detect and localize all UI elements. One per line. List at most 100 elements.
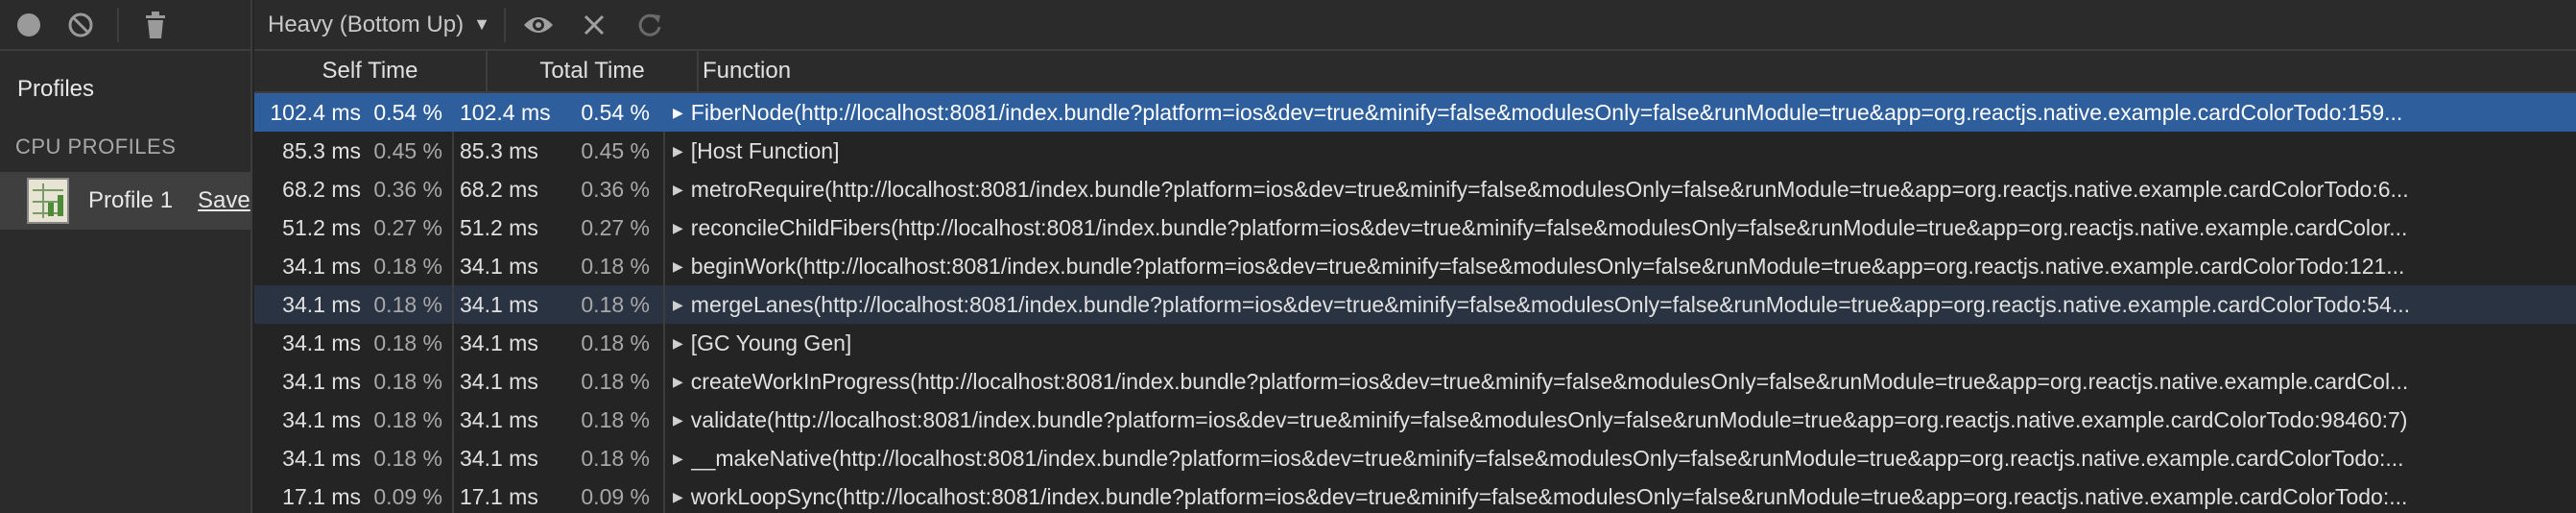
function-cell: ▶ [GC Young Gen]: [665, 324, 2576, 362]
clear-icon[interactable]: [65, 10, 96, 40]
expand-triangle-icon[interactable]: ▶: [673, 105, 683, 121]
table-row[interactable]: 34.1 ms 0.18 % 34.1 ms 0.18 % ▶ validate(http…: [254, 401, 2576, 439]
total-time-percent: 0.45 %: [556, 132, 665, 170]
function-cell: ▶ reconcileChildFibers(http://localhost:8…: [665, 208, 2576, 247]
total-time-percent: 0.36 %: [556, 170, 665, 208]
profile-view: Heavy (Bottom Up) ▼ Self Time Total Time…: [254, 0, 2576, 513]
self-time-ms: 34.1 ms: [282, 368, 361, 394]
profiles-heading[interactable]: Profiles: [0, 51, 250, 128]
function-cell: ▶ mergeLanes(http://localhost:8081/index.…: [665, 285, 2576, 324]
self-time-percent: 0.18 %: [372, 324, 454, 362]
function-cell: ▶ __makeNative(http://localhost:8081/inde…: [665, 439, 2576, 477]
eye-icon[interactable]: [519, 6, 558, 44]
total-time-header[interactable]: Total Time: [488, 51, 699, 91]
self-time-ms: 34.1 ms: [282, 330, 361, 355]
expand-triangle-icon[interactable]: ▶: [673, 182, 683, 198]
function-name: [Host Function]: [690, 137, 840, 163]
table-row[interactable]: 85.3 ms 0.45 % 85.3 ms 0.45 % ▶ [Host Functio…: [254, 132, 2576, 170]
profile-item[interactable]: Profile 1 Save: [0, 172, 250, 230]
self-time-percent: 0.18 %: [372, 401, 454, 439]
function-header[interactable]: Function: [699, 51, 2576, 91]
self-time-percent: 0.54 %: [372, 93, 454, 132]
total-time-percent: 0.18 %: [556, 401, 665, 439]
expand-triangle-icon[interactable]: ▶: [673, 335, 683, 352]
expand-triangle-icon[interactable]: ▶: [673, 374, 683, 390]
self-time-ms: 34.1 ms: [282, 291, 361, 317]
trash-icon[interactable]: [140, 10, 171, 40]
total-time-ms: 34.1 ms: [460, 406, 538, 432]
table-row[interactable]: 102.4 ms 0.54 % 102.4 ms 0.54 % ▶ FiberNode(h…: [254, 93, 2576, 132]
toolbar-divider: [117, 7, 119, 42]
self-time-ms: 51.2 ms: [282, 214, 361, 240]
self-time-percent: 0.18 %: [372, 285, 454, 324]
function-cell: ▶ metroRequire(http://localhost:8081/inde…: [665, 170, 2576, 208]
function-name: workLoopSync(http://localhost:8081/index…: [690, 483, 2408, 509]
self-time-ms: 34.1 ms: [282, 253, 361, 279]
total-time-percent: 0.54 %: [556, 93, 665, 132]
total-time-ms: 34.1 ms: [460, 291, 538, 317]
record-icon[interactable]: [13, 10, 44, 40]
toolbar-divider: [503, 7, 506, 42]
function-cell: ▶ validate(http://localhost:8081/index.bu…: [665, 401, 2576, 439]
reload-icon[interactable]: [631, 6, 669, 44]
function-name: metroRequire(http://localhost:8081/index…: [690, 176, 2409, 202]
self-time-ms: 34.1 ms: [282, 406, 361, 432]
total-time-ms: 51.2 ms: [460, 214, 538, 240]
expand-triangle-icon[interactable]: ▶: [673, 489, 683, 505]
expand-triangle-icon[interactable]: ▶: [673, 412, 683, 428]
view-mode-value: Heavy (Bottom Up): [268, 11, 465, 37]
expand-triangle-icon[interactable]: ▶: [673, 220, 683, 236]
view-mode-select[interactable]: Heavy (Bottom Up) ▼: [268, 12, 490, 38]
table-body: 102.4 ms 0.54 % 102.4 ms 0.54 % ▶ FiberNode(h…: [254, 93, 2576, 513]
self-time-percent: 0.45 %: [372, 132, 454, 170]
table-row[interactable]: 17.1 ms 0.09 % 17.1 ms 0.09 % ▶ workLoopSync(…: [254, 477, 2576, 513]
self-time-ms: 102.4 ms: [270, 99, 361, 125]
function-cell: ▶ [Host Function]: [665, 132, 2576, 170]
table-header: Self Time Total Time Function: [254, 51, 2576, 93]
total-time-percent: 0.27 %: [556, 208, 665, 247]
table-row[interactable]: 68.2 ms 0.36 % 68.2 ms 0.36 % ▶ metroRequire(…: [254, 170, 2576, 208]
function-name: beginWork(http://localhost:8081/index.bu…: [690, 253, 2405, 279]
close-icon[interactable]: [575, 6, 613, 44]
save-profile-link[interactable]: Save: [198, 187, 250, 214]
self-time-percent: 0.09 %: [372, 477, 454, 513]
function-name: reconcileChildFibers(http://localhost:80…: [690, 214, 2408, 240]
self-time-percent: 0.36 %: [372, 170, 454, 208]
self-time-percent: 0.27 %: [372, 208, 454, 247]
table-row[interactable]: 51.2 ms 0.27 % 51.2 ms 0.27 % ▶ reconcileChil…: [254, 208, 2576, 247]
function-cell: ▶ beginWork(http://localhost:8081/index.b…: [665, 247, 2576, 285]
dropdown-caret-icon: ▼: [473, 14, 490, 34]
function-name: createWorkInProgress(http://localhost:80…: [690, 368, 2409, 394]
total-time-ms: 34.1 ms: [460, 445, 538, 471]
sidebar-toolbar: [0, 0, 250, 51]
self-time-header[interactable]: Self Time: [254, 51, 488, 91]
function-name: FiberNode(http://localhost:8081/index.bu…: [690, 99, 2403, 125]
self-time-ms: 85.3 ms: [282, 137, 361, 163]
expand-triangle-icon[interactable]: ▶: [673, 143, 683, 159]
total-time-percent: 0.18 %: [556, 285, 665, 324]
profile-name: Profile 1: [88, 187, 174, 213]
table-row[interactable]: 34.1 ms 0.18 % 34.1 ms 0.18 % ▶ beginWork(htt…: [254, 247, 2576, 285]
expand-triangle-icon[interactable]: ▶: [673, 451, 683, 467]
table-row[interactable]: 34.1 ms 0.18 % 34.1 ms 0.18 % ▶ __makeNative(…: [254, 439, 2576, 477]
total-time-percent: 0.18 %: [556, 439, 665, 477]
function-cell: ▶ createWorkInProgress(http://localhost:8…: [665, 362, 2576, 401]
table-row[interactable]: 34.1 ms 0.18 % 34.1 ms 0.18 % ▶ mergeLanes(ht…: [254, 285, 2576, 324]
expand-triangle-icon[interactable]: ▶: [673, 297, 683, 313]
table-row[interactable]: 34.1 ms 0.18 % 34.1 ms 0.18 % ▶ createWorkInP…: [254, 362, 2576, 401]
self-time-percent: 0.18 %: [372, 247, 454, 285]
total-time-ms: 17.1 ms: [460, 483, 538, 509]
cpu-profiles-section-label: CPU PROFILES: [15, 134, 177, 159]
expand-triangle-icon[interactable]: ▶: [673, 258, 683, 275]
total-time-ms: 34.1 ms: [460, 330, 538, 355]
function-name: [GC Young Gen]: [690, 330, 852, 355]
total-time-percent: 0.18 %: [556, 324, 665, 362]
function-name: __makeNative(http://localhost:8081/index…: [690, 445, 2404, 471]
self-time-ms: 17.1 ms: [282, 483, 361, 509]
total-time-ms: 34.1 ms: [460, 368, 538, 394]
total-time-ms: 34.1 ms: [460, 253, 538, 279]
profile-icon: [27, 178, 69, 224]
total-time-percent: 0.18 %: [556, 362, 665, 401]
total-time-ms: 68.2 ms: [460, 176, 538, 202]
table-row[interactable]: 34.1 ms 0.18 % 34.1 ms 0.18 % ▶ [GC Young Gen…: [254, 324, 2576, 362]
